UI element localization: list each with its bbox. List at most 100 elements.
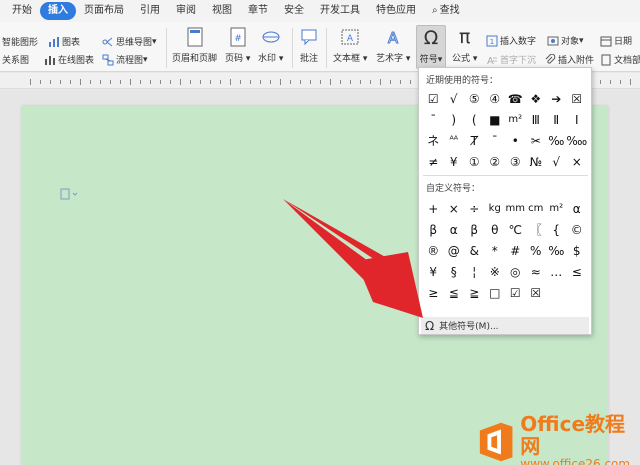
page-number-button[interactable]: # 页码 ▾ bbox=[225, 26, 250, 64]
recent-symbol-cell[interactable]: Ⅲ bbox=[526, 109, 547, 130]
custom-symbol-cell[interactable]: θ bbox=[485, 219, 506, 240]
recent-symbol-cell[interactable]: Ⱦ bbox=[464, 130, 485, 151]
recent-symbol-cell[interactable]: ① bbox=[464, 151, 485, 172]
recent-symbol-cell[interactable]: ✂ bbox=[526, 130, 547, 151]
custom-symbol-cell[interactable]: ‰ bbox=[546, 240, 567, 261]
recent-symbol-cell[interactable]: ≠ bbox=[423, 151, 444, 172]
custom-symbol-cell[interactable]: ÷ bbox=[464, 198, 485, 219]
custom-symbol-cell[interactable]: kg bbox=[485, 198, 506, 219]
recent-symbol-cell[interactable]: ➔ bbox=[546, 88, 567, 109]
custom-symbol-cell[interactable]: § bbox=[444, 261, 465, 282]
comment-button[interactable]: 批注 bbox=[298, 26, 320, 64]
custom-symbol-cell[interactable]: α bbox=[567, 198, 588, 219]
recent-symbol-cell[interactable]: ③ bbox=[505, 151, 526, 172]
insert-number-button[interactable]: 1 插入数字 bbox=[486, 34, 536, 47]
recent-symbol-cell[interactable]: ☑ bbox=[423, 88, 444, 109]
tab-home[interactable]: 开始 bbox=[4, 2, 40, 20]
relation-button[interactable]: 关系图 bbox=[2, 53, 29, 66]
tab-view[interactable]: 视图 bbox=[204, 2, 240, 20]
custom-symbol-cell[interactable]: * bbox=[485, 240, 506, 261]
custom-symbol-cell[interactable]: ® bbox=[423, 240, 444, 261]
recent-symbol-cell[interactable]: ☎ bbox=[505, 88, 526, 109]
custom-symbol-cell[interactable]: … bbox=[546, 261, 567, 282]
chart-button[interactable]: 图表 bbox=[48, 35, 80, 48]
insert-attachment-button[interactable]: 插入附件 bbox=[544, 53, 594, 66]
custom-symbol-cell[interactable]: © bbox=[567, 219, 588, 240]
custom-symbol-cell[interactable]: β bbox=[423, 219, 444, 240]
recent-symbol-cell[interactable]: ■ bbox=[485, 109, 506, 130]
recent-symbol-cell[interactable]: ‰ bbox=[546, 130, 567, 151]
recent-symbol-cell[interactable]: Ⅰ bbox=[567, 109, 588, 130]
custom-symbol-cell[interactable]: □ bbox=[485, 282, 506, 303]
recent-symbol-cell[interactable]: ネ bbox=[423, 130, 444, 151]
paste-options-icon[interactable] bbox=[60, 188, 80, 200]
header-footer-button[interactable]: 页眉和页脚 bbox=[172, 26, 217, 64]
object-button[interactable]: 对象 ▾ bbox=[547, 34, 584, 47]
smart-graphic-button[interactable]: 智能图形 bbox=[2, 35, 38, 48]
tab-section[interactable]: 章节 bbox=[240, 2, 276, 20]
search-button[interactable]: ⌕ 查找 bbox=[424, 2, 468, 20]
recent-symbol-cell[interactable]: ❖ bbox=[526, 88, 547, 109]
textbox-button[interactable]: A 文本框 ▾ bbox=[333, 26, 367, 64]
recent-symbol-cell[interactable]: № bbox=[526, 151, 547, 172]
recent-symbol-cell[interactable]: m² bbox=[505, 109, 526, 130]
recent-symbol-cell[interactable]: √ bbox=[546, 151, 567, 172]
custom-symbol-cell[interactable]: ℃ bbox=[505, 219, 526, 240]
custom-symbol-cell[interactable]: ☒ bbox=[526, 282, 547, 303]
recent-symbol-cell[interactable]: × bbox=[567, 151, 588, 172]
custom-symbol-cell[interactable]: 〖 bbox=[526, 219, 547, 240]
custom-symbol-cell[interactable]: # bbox=[505, 240, 526, 261]
custom-symbol-cell[interactable]: cm bbox=[526, 198, 547, 219]
custom-symbol-cell[interactable]: ◎ bbox=[505, 261, 526, 282]
recent-symbol-cell[interactable]: √ bbox=[444, 88, 465, 109]
recent-symbol-cell[interactable]: ˉ bbox=[485, 130, 506, 151]
tab-developer[interactable]: 开发工具 bbox=[312, 2, 368, 20]
custom-symbol-cell[interactable]: ※ bbox=[485, 261, 506, 282]
custom-symbol-cell[interactable]: { bbox=[546, 219, 567, 240]
more-symbols-button[interactable]: Ω 其他符号(M)... bbox=[421, 317, 589, 334]
tab-security[interactable]: 安全 bbox=[276, 2, 312, 20]
tab-insert[interactable]: 插入 bbox=[40, 2, 76, 20]
recent-symbol-cell[interactable]: ② bbox=[485, 151, 506, 172]
custom-symbol-cell[interactable]: ☑ bbox=[505, 282, 526, 303]
custom-symbol-cell[interactable]: α bbox=[444, 219, 465, 240]
formula-button[interactable]: π 公式 ▾ bbox=[452, 26, 477, 64]
custom-symbol-cell[interactable]: ¥ bbox=[423, 261, 444, 282]
custom-symbol-cell[interactable]: ≈ bbox=[526, 261, 547, 282]
recent-symbol-cell[interactable]: ¯ bbox=[423, 109, 444, 130]
recent-symbol-cell[interactable]: ) bbox=[444, 109, 465, 130]
recent-symbol-cell[interactable]: ‱ bbox=[566, 130, 587, 151]
custom-symbol-cell[interactable]: @ bbox=[444, 240, 465, 261]
custom-symbol-cell[interactable]: $ bbox=[567, 240, 588, 261]
custom-symbol-cell[interactable]: mm bbox=[505, 198, 526, 219]
custom-symbol-cell[interactable]: & bbox=[464, 240, 485, 261]
recent-symbol-cell[interactable]: Ⅱ bbox=[546, 109, 567, 130]
custom-symbol-cell[interactable]: + bbox=[423, 198, 444, 219]
custom-symbol-cell[interactable]: β bbox=[464, 219, 485, 240]
watermark-button[interactable]: 水印 ▾ bbox=[258, 26, 283, 64]
recent-symbol-cell[interactable]: ¥ bbox=[444, 151, 465, 172]
recent-symbol-cell[interactable]: • bbox=[505, 130, 526, 151]
tab-references[interactable]: 引用 bbox=[132, 2, 168, 20]
custom-symbol-cell[interactable]: ≦ bbox=[444, 282, 465, 303]
flowchart-button[interactable]: 流程图 ▾ bbox=[102, 53, 148, 66]
recent-symbol-cell[interactable]: ⑤ bbox=[464, 88, 485, 109]
custom-symbol-cell[interactable]: ≥ bbox=[423, 282, 444, 303]
recent-symbol-cell[interactable]: ᴬᴬ bbox=[444, 130, 465, 151]
drop-cap-button[interactable]: A 首字下沉 bbox=[486, 53, 536, 67]
custom-symbol-cell[interactable]: × bbox=[444, 198, 465, 219]
recent-symbol-cell[interactable]: ☒ bbox=[567, 88, 588, 109]
recent-symbol-cell[interactable]: ④ bbox=[485, 88, 506, 109]
online-chart-button[interactable]: 在线图表 bbox=[44, 53, 94, 66]
doc-part-button[interactable]: 文档部 bbox=[600, 53, 640, 66]
art-text-button[interactable]: A 艺术字 ▾ bbox=[376, 26, 410, 65]
mind-map-button[interactable]: 思维导图 ▾ bbox=[102, 35, 157, 48]
custom-symbol-cell[interactable]: ¦ bbox=[464, 261, 485, 282]
custom-symbol-cell[interactable]: ≧ bbox=[464, 282, 485, 303]
tab-review[interactable]: 审阅 bbox=[168, 2, 204, 20]
custom-symbol-cell[interactable]: ≤ bbox=[567, 261, 588, 282]
tab-special[interactable]: 特色应用 bbox=[368, 2, 424, 20]
recent-symbol-cell[interactable]: ( bbox=[464, 109, 485, 130]
tab-page-layout[interactable]: 页面布局 bbox=[76, 2, 132, 20]
date-button[interactable]: 日期 bbox=[600, 34, 632, 47]
